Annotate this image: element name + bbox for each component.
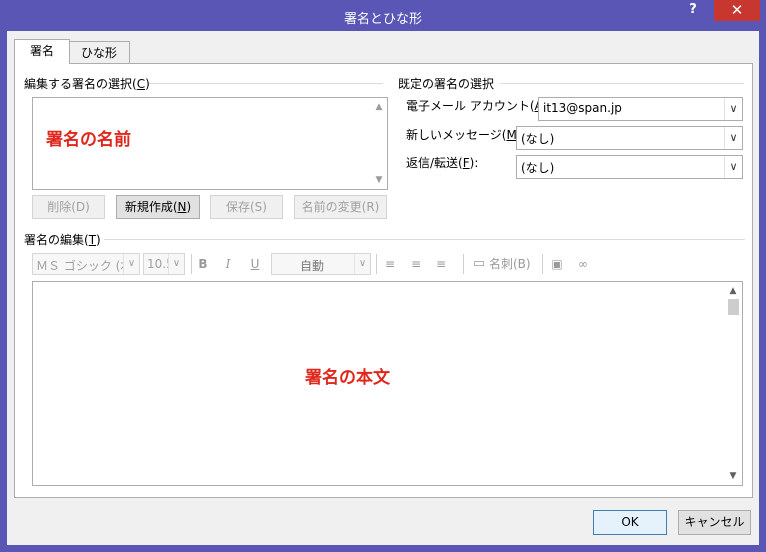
scroll-up-icon[interactable]: ▲ (725, 284, 741, 298)
group-divider (104, 239, 745, 240)
tab-stationery[interactable]: ひな形 (68, 41, 130, 64)
chevron-down-icon[interactable]: ∨ (123, 254, 139, 274)
email-account-label: 電子メール アカウント(A): (406, 99, 551, 113)
group-divider (149, 83, 383, 84)
delete-button[interactable]: 削除(D) (32, 195, 105, 219)
dialog-window: 署名とひな形 ? ✕ 署名 ひな形 編集する署名の選択(C) ▲ ▼ 署名の名前… (0, 0, 766, 552)
chevron-down-icon[interactable]: ∨ (354, 254, 370, 274)
scroll-down-icon[interactable]: ▼ (371, 173, 387, 187)
list-scrollbar[interactable]: ▲ ▼ (371, 98, 387, 189)
hyperlink-icon[interactable]: ∞ (574, 253, 592, 275)
font-size-select[interactable]: 10.5 ∨ (143, 253, 185, 275)
italic-button[interactable]: I (219, 253, 237, 275)
insert-picture-icon[interactable]: ▣ (548, 253, 566, 275)
new-message-label: 新しいメッセージ(M): (406, 128, 526, 142)
align-center-icon[interactable]: ≡ (408, 253, 424, 275)
group-divider (500, 83, 744, 84)
bold-button[interactable]: B (194, 253, 212, 275)
edit-signature-label: 署名の編集(T) (24, 233, 101, 247)
new-button[interactable]: 新規作成(N) (116, 195, 200, 219)
window-title: 署名とひな形 (343, 12, 422, 27)
business-card-button[interactable]: 名刺(B) (489, 253, 537, 275)
chevron-down-icon[interactable]: ∨ (724, 156, 742, 178)
reply-forward-label: 返信/転送(F): (406, 156, 479, 170)
scroll-up-icon[interactable]: ▲ (371, 100, 387, 114)
underline-button[interactable]: U (246, 253, 264, 275)
close-button[interactable]: ✕ (714, 0, 760, 21)
editor-scrollbar[interactable]: ▲ ▼ (725, 282, 742, 485)
tab-signature[interactable]: 署名 (14, 39, 70, 64)
align-left-icon[interactable]: ≡ (382, 253, 398, 275)
toolbar-separator (463, 254, 464, 274)
save-button[interactable]: 保存(S) (210, 195, 283, 219)
scroll-down-icon[interactable]: ▼ (725, 469, 741, 483)
cancel-button[interactable]: キャンセル (678, 510, 751, 535)
toolbar-separator (542, 254, 543, 274)
align-right-icon[interactable]: ≡ (433, 253, 449, 275)
new-message-value: (なし) (521, 132, 555, 146)
chevron-down-icon[interactable]: ∨ (724, 127, 742, 149)
select-signature-label: 編集する署名の選択(C) (24, 77, 150, 91)
toolbar-separator (376, 254, 377, 274)
new-message-select[interactable]: (なし) ∨ (516, 126, 743, 150)
scroll-thumb[interactable] (728, 299, 739, 315)
default-signature-label: 既定の署名の選択 (398, 77, 495, 91)
email-account-value: it13@span.jp (543, 101, 622, 115)
dialog-client: 署名 ひな形 編集する署名の選択(C) ▲ ▼ 署名の名前 削除(D) 新規作成… (7, 31, 759, 545)
title-bar[interactable]: 署名とひな形 ? ✕ (0, 0, 766, 32)
reply-forward-select[interactable]: (なし) ∨ (516, 155, 743, 179)
signature-body-text[interactable]: 署名の本文 (305, 363, 390, 388)
signature-name-item[interactable]: 署名の名前 (46, 125, 131, 150)
email-account-select[interactable]: it13@span.jp ∨ (538, 97, 743, 121)
business-card-icon[interactable]: ▭ (470, 253, 488, 275)
font-family-select[interactable]: ＭＳ ゴシック (本文 ∨ (32, 253, 140, 275)
chevron-down-icon[interactable]: ∨ (724, 98, 742, 120)
help-button[interactable]: ? (680, 2, 706, 22)
font-color-select[interactable]: 自動 ∨ (271, 253, 371, 275)
reply-forward-value: (なし) (521, 161, 555, 175)
rename-button[interactable]: 名前の変更(R) (294, 195, 387, 219)
chevron-down-icon[interactable]: ∨ (168, 254, 184, 274)
ok-button[interactable]: OK (593, 510, 667, 535)
toolbar-separator (191, 254, 192, 274)
